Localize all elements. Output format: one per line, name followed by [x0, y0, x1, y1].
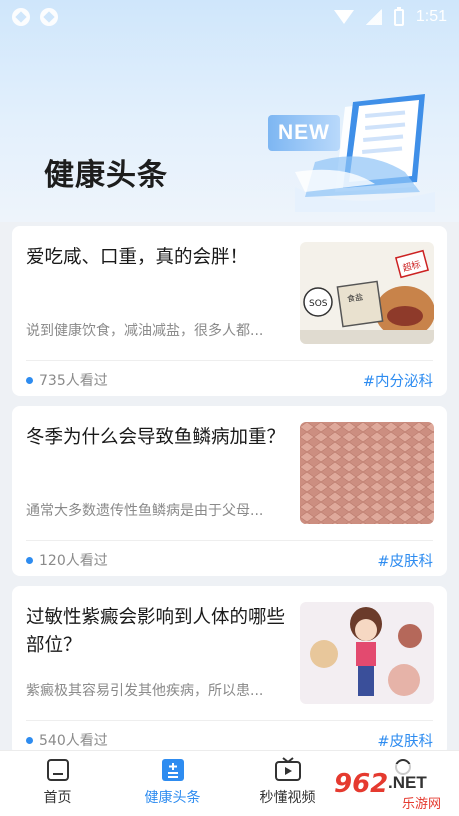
article-thumbnail: [300, 602, 434, 704]
status-time: 1:51: [415, 8, 447, 25]
view-count-text: 120人看过: [39, 553, 108, 569]
card-divider: [26, 360, 433, 361]
document-illustration-icon: [295, 94, 435, 212]
watermark-sub: 乐游网: [402, 797, 441, 812]
view-dot-icon: [26, 736, 33, 744]
home-icon: [46, 759, 69, 781]
tab-label: 健康头条: [144, 790, 201, 806]
article-thumbnail: [300, 422, 434, 524]
tab-home[interactable]: 首页: [0, 757, 115, 816]
app-notification-icon: [40, 8, 58, 26]
view-dot-icon: [26, 376, 33, 384]
wifi-icon: [333, 10, 354, 24]
department-tag[interactable]: #内分泌科: [363, 370, 433, 391]
article-description: 紫癜极其容易引发其他疾病，所以患...: [26, 683, 264, 699]
app-notification-icon: [12, 8, 30, 26]
article-description: 通常大多数遗传性鱼鳞病是由于父母...: [26, 503, 264, 519]
signal-icon: [365, 9, 382, 25]
tab-label: 秒懂视频: [259, 790, 316, 806]
article-card[interactable]: 冬季为什么会导致鱼鳞病加重？ 通常大多数遗传性鱼鳞病是由于父母... 120人看…: [12, 406, 447, 576]
battery-icon: [393, 6, 404, 26]
new-badge: NEW: [268, 115, 340, 151]
article-card[interactable]: 爱吃咸、口重，真的会胖！ 说到健康饮食，减油减盐，很多人都... SOS 超标 …: [12, 226, 447, 396]
article-card[interactable]: 过敏性紫癜会影响到人体的哪些部位？ 紫癜极其容易引发其他疾病，所以患... 54…: [12, 586, 447, 756]
article-thumbnail: SOS 超标 食盐: [300, 242, 434, 344]
view-count: 735人看过: [26, 370, 108, 390]
article-title: 爱吃咸、口重，真的会胖！: [26, 247, 249, 268]
article-title: 冬季为什么会导致鱼鳞病加重？: [26, 427, 286, 448]
card-divider: [26, 540, 433, 541]
tab-label: 首页: [43, 790, 72, 806]
status-bar: 1:51: [0, 0, 459, 34]
view-count-text: 735人看过: [39, 373, 108, 389]
tab-video[interactable]: 秒懂视频: [230, 757, 345, 816]
watermark-suffix: .NET: [388, 773, 427, 792]
watermark-number: 962: [334, 769, 388, 799]
thumb-sos-text: SOS: [309, 299, 328, 309]
department-tag[interactable]: #皮肤科: [377, 550, 433, 571]
view-count: 120人看过: [26, 550, 108, 570]
tv-icon: [274, 757, 301, 781]
view-dot-icon: [26, 556, 33, 564]
article-title: 过敏性紫癜会影响到人体的哪些部位？: [26, 607, 286, 656]
department-tag[interactable]: #皮肤科: [377, 730, 433, 751]
article-description: 说到健康饮食，减油减盐，很多人都...: [26, 323, 264, 339]
news-icon: [161, 759, 184, 781]
page-title: 健康头条: [44, 158, 168, 193]
view-count: 540人看过: [26, 730, 108, 750]
card-divider: [26, 720, 433, 721]
header-banner: 1:51 NEW 健康头条: [0, 0, 459, 222]
tab-health-news[interactable]: 健康头条: [115, 757, 230, 816]
watermark-logo: 962 .NET 乐游网: [330, 764, 459, 812]
view-count-text: 540人看过: [39, 733, 108, 749]
